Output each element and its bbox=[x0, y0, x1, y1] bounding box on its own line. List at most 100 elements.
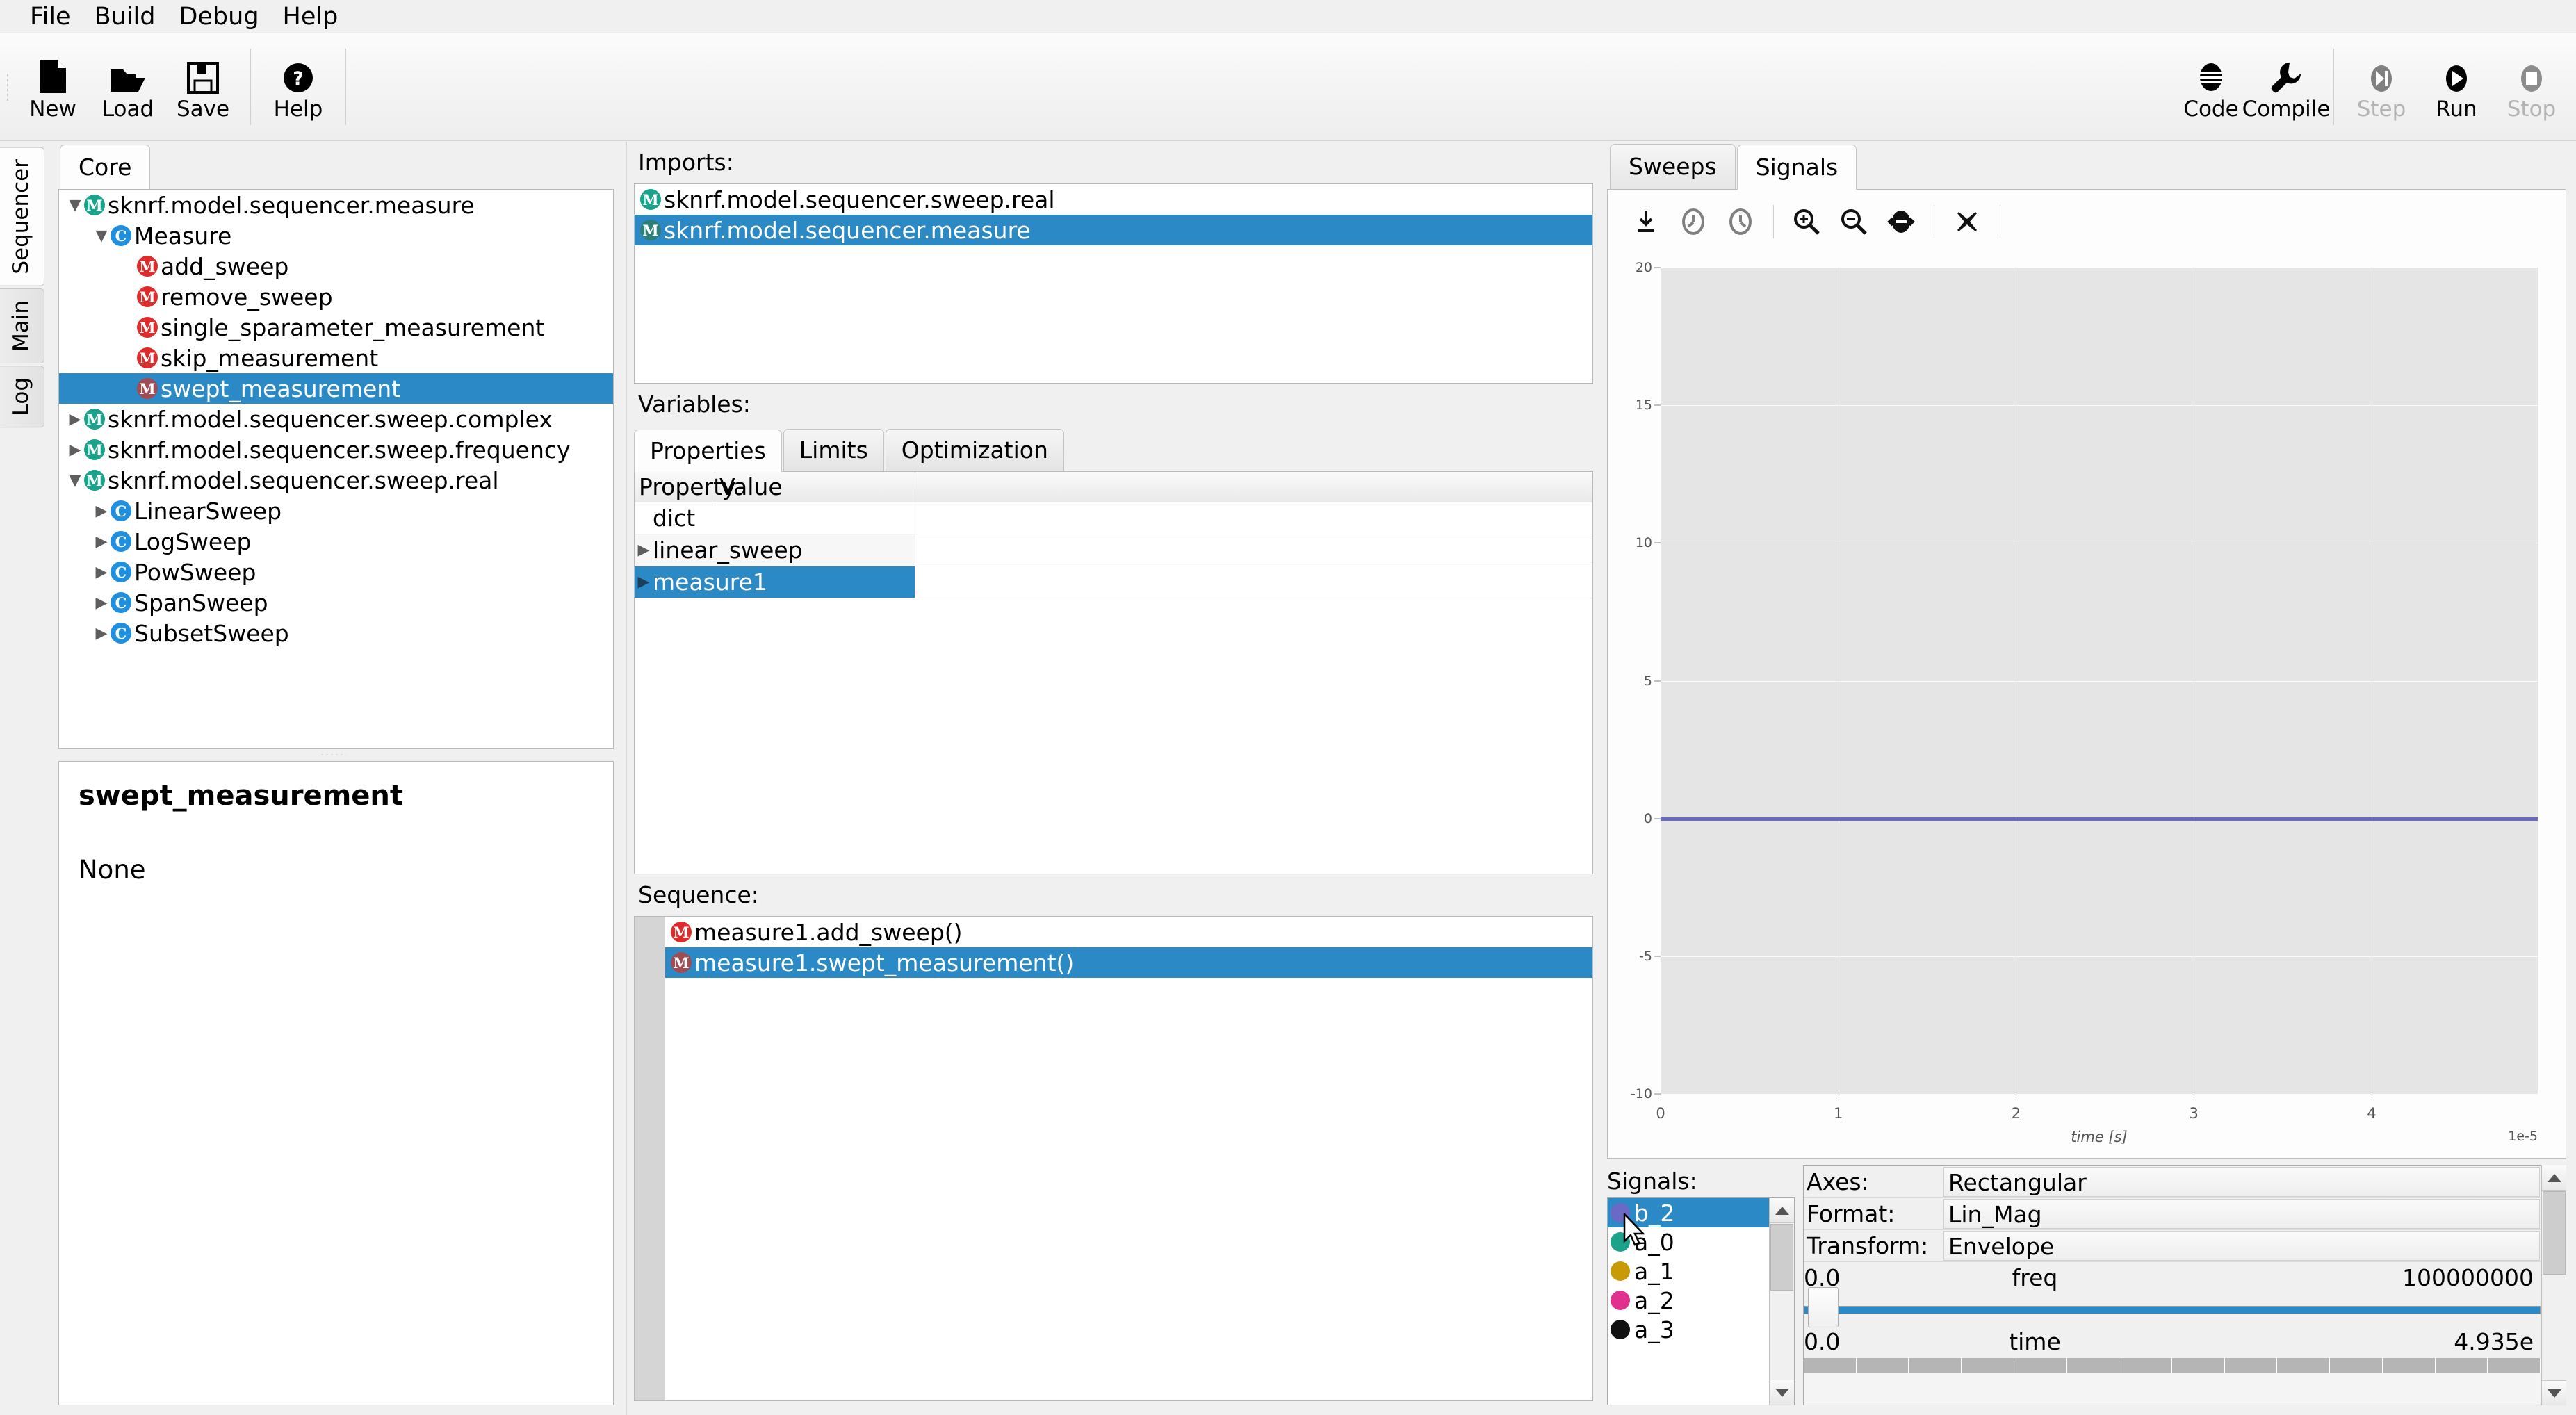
signal-item[interactable]: a_3 bbox=[1608, 1315, 1769, 1344]
plot-toolbar-separator-1 bbox=[1773, 205, 1774, 238]
import-item[interactable]: Msknrf.model.sequencer.sweep.real bbox=[635, 184, 1592, 215]
vtab-main[interactable]: Main bbox=[0, 288, 44, 363]
freq-slider-groove[interactable] bbox=[1804, 1306, 2541, 1314]
toolbar-grip[interactable] bbox=[0, 33, 15, 140]
chevron-right-icon[interactable]: ▶ bbox=[66, 411, 84, 428]
tab-sweeps[interactable]: Sweeps bbox=[1610, 144, 1736, 189]
save-plot-button[interactable] bbox=[1624, 200, 1668, 243]
property-row[interactable]: dict bbox=[635, 502, 1592, 534]
load-button[interactable]: Load bbox=[90, 33, 165, 140]
property-value[interactable] bbox=[915, 502, 1592, 534]
help-button[interactable]: ? Help bbox=[261, 33, 336, 140]
property-value[interactable] bbox=[915, 534, 1592, 566]
vtab-sequencer[interactable]: Sequencer bbox=[0, 147, 44, 286]
undo-button[interactable] bbox=[1672, 200, 1715, 243]
tree-item[interactable]: Madd_sweep bbox=[59, 251, 613, 281]
settings-scroll-track[interactable] bbox=[2542, 1275, 2566, 1380]
stop-button[interactable]: Stop bbox=[2494, 33, 2569, 140]
signals-scroll-track[interactable] bbox=[1770, 1291, 1794, 1380]
settings-scroll-up-icon[interactable] bbox=[2542, 1165, 2566, 1191]
tree-item[interactable]: ▶ C LogSweep bbox=[59, 526, 613, 557]
tree-item-label: single_sparameter_measurement bbox=[161, 313, 545, 341]
freq-slider[interactable] bbox=[1804, 1287, 2541, 1327]
tree-item[interactable]: ▶ C SubsetSweep bbox=[59, 618, 613, 648]
menu-item-debug[interactable]: Debug bbox=[167, 0, 270, 33]
tree-item-label: swept_measurement bbox=[161, 375, 401, 402]
signal-item[interactable]: a_0 bbox=[1608, 1227, 1769, 1257]
plot-axes[interactable]: time [s] 1e-5 -10 -5 0 5 10 15 20 0 1 2 3 4 bbox=[1631, 260, 2538, 1145]
sequence-list[interactable]: Mmeasure1.add_sweep() Mmeasure1.swept_mea… bbox=[634, 916, 1593, 1401]
chevron-right-icon[interactable]: ▶ bbox=[66, 441, 84, 459]
tab-signals[interactable]: Signals bbox=[1736, 145, 1857, 190]
signals-scroll-thumb[interactable] bbox=[1770, 1224, 1793, 1291]
tree-item[interactable]: ▼ C Measure bbox=[59, 220, 613, 251]
zoom-in-button[interactable] bbox=[1785, 200, 1828, 243]
chevron-right-icon[interactable]: ▶ bbox=[635, 573, 653, 591]
chevron-right-icon[interactable]: ▶ bbox=[92, 625, 111, 642]
run-button[interactable]: Run bbox=[2419, 33, 2494, 140]
chevron-down-icon[interactable]: ▼ bbox=[66, 472, 84, 489]
tree-item[interactable]: Mremove_sweep bbox=[59, 281, 613, 312]
tab-limits[interactable]: Limits bbox=[783, 429, 884, 471]
property-row[interactable]: ▶ measure1 bbox=[635, 566, 1592, 598]
vtab-log[interactable]: Log bbox=[0, 365, 44, 428]
setting-value-combobox[interactable]: Lin_Mag bbox=[1943, 1199, 2540, 1229]
tree-item[interactable]: ▼ Msknrf.model.sequencer.sweep.real bbox=[59, 465, 613, 496]
sequence-item[interactable]: Mmeasure1.add_sweep() bbox=[665, 917, 1592, 947]
freq-slider-handle[interactable] bbox=[1808, 1287, 1839, 1327]
signal-item[interactable]: b_2 bbox=[1608, 1198, 1769, 1227]
tree-item[interactable]: ▶ C LinearSweep bbox=[59, 496, 613, 526]
tree-item[interactable]: ▼ Msknrf.model.sequencer.measure bbox=[59, 190, 613, 220]
tree-item[interactable]: Mswept_measurement bbox=[59, 373, 613, 404]
zoom-out-button[interactable] bbox=[1832, 200, 1875, 243]
tab-optimization[interactable]: Optimization bbox=[885, 429, 1064, 471]
settings-scroll-thumb[interactable] bbox=[2543, 1191, 2566, 1275]
signals-list[interactable]: b_2 a_0 a_1 a_2 a_3 bbox=[1608, 1198, 1769, 1405]
property-row[interactable]: ▶ linear_sweep bbox=[635, 534, 1592, 566]
sequence-item[interactable]: Mmeasure1.swept_measurement() bbox=[665, 947, 1592, 978]
settings-scroll-down-icon[interactable] bbox=[2542, 1380, 2566, 1405]
menu-item-build[interactable]: Build bbox=[83, 0, 168, 33]
chevron-right-icon[interactable]: ▶ bbox=[92, 564, 111, 581]
settings-scrollbar[interactable] bbox=[2541, 1165, 2566, 1405]
properties-table[interactable]: Property Value dict ▶ linear_sweep ▶ measure… bbox=[634, 471, 1593, 874]
signal-item[interactable]: a_1 bbox=[1608, 1257, 1769, 1286]
setting-value-combobox[interactable]: Rectangular bbox=[1943, 1167, 2540, 1197]
tree-item[interactable]: ▶ Msknrf.model.sequencer.sweep.complex bbox=[59, 404, 613, 434]
signal-item[interactable]: a_2 bbox=[1608, 1286, 1769, 1315]
menu-item-file[interactable]: File bbox=[18, 0, 83, 33]
menu-item-help[interactable]: Help bbox=[271, 0, 350, 33]
property-value[interactable] bbox=[915, 566, 1592, 598]
tab-properties[interactable]: Properties bbox=[634, 430, 782, 472]
chevron-right-icon[interactable]: ▶ bbox=[635, 541, 653, 559]
signals-scrollbar[interactable] bbox=[1769, 1198, 1794, 1405]
scroll-up-icon[interactable] bbox=[1770, 1198, 1794, 1223]
tab-core[interactable]: Core bbox=[60, 145, 151, 190]
code-button[interactable]: Code bbox=[2174, 33, 2249, 140]
scroll-down-icon[interactable] bbox=[1770, 1380, 1794, 1405]
save-button[interactable]: Save bbox=[165, 33, 241, 140]
tree-item[interactable]: Mskip_measurement bbox=[59, 343, 613, 373]
tree-item[interactable]: Msingle_sparameter_measurement bbox=[59, 312, 613, 343]
tree-item[interactable]: ▶ Msknrf.model.sequencer.sweep.frequency bbox=[59, 434, 613, 465]
left-splitter[interactable] bbox=[44, 749, 621, 761]
chevron-right-icon[interactable]: ▶ bbox=[92, 533, 111, 550]
tree-item[interactable]: ▶ C PowSweep bbox=[59, 557, 613, 587]
redo-button[interactable] bbox=[1719, 200, 1762, 243]
class-tree[interactable]: ▼ Msknrf.model.sequencer.measure ▼ C Measure… bbox=[58, 189, 614, 749]
chevron-down-icon[interactable]: ▼ bbox=[92, 227, 111, 245]
new-button[interactable]: New bbox=[15, 33, 90, 140]
chevron-right-icon[interactable]: ▶ bbox=[92, 594, 111, 612]
import-item[interactable]: Msknrf.model.sequencer.measure bbox=[635, 215, 1592, 245]
step-button[interactable]: Step bbox=[2344, 33, 2419, 140]
compile-button[interactable]: Compile bbox=[2242, 33, 2330, 140]
y-tick-mark bbox=[1654, 818, 1661, 819]
imports-list[interactable]: Msknrf.model.sequencer.sweep.real Msknrf.… bbox=[634, 183, 1593, 384]
autoscale-button[interactable] bbox=[1880, 200, 1923, 243]
chevron-down-icon[interactable]: ▼ bbox=[66, 197, 84, 214]
setting-value-combobox[interactable]: Envelope bbox=[1943, 1231, 2540, 1261]
clear-button[interactable] bbox=[1946, 200, 1989, 243]
chevron-right-icon[interactable]: ▶ bbox=[92, 502, 111, 520]
tree-item[interactable]: ▶ C SpanSweep bbox=[59, 587, 613, 618]
plot-canvas[interactable]: time [s] 1e-5 -10 -5 0 5 10 15 20 0 1 2 3 4 bbox=[1617, 258, 2550, 1158]
